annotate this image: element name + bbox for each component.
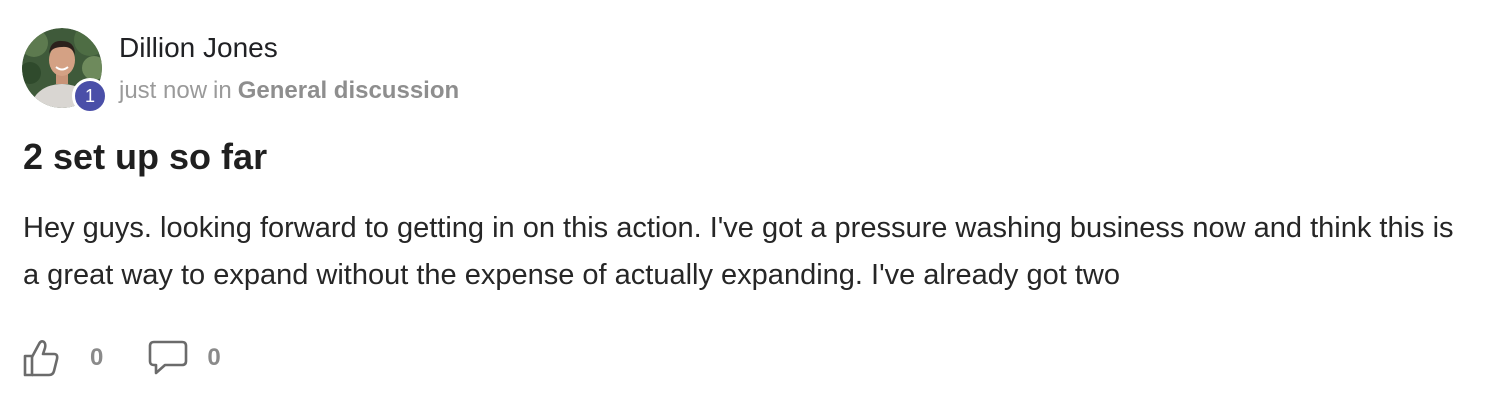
post-actions: 0 0 — [22, 336, 221, 380]
comment-count: 0 — [207, 344, 221, 371]
comment-bubble-icon — [149, 340, 188, 375]
post-time: just now — [119, 77, 208, 104]
category-link[interactable]: General discussion — [238, 77, 459, 104]
post-meta: just now in General discussion — [119, 77, 459, 105]
post-card: 1 Dillion Jones just now in General discus… — [0, 0, 1512, 414]
level-badge: 1 — [72, 78, 108, 114]
post-title[interactable]: 2 set up so far — [23, 136, 267, 178]
like-count: 0 — [90, 344, 104, 371]
like-button[interactable]: 0 — [22, 338, 103, 378]
meta-connector: in — [213, 77, 232, 104]
thumbs-up-icon — [23, 340, 59, 377]
post-header: 1 Dillion Jones just now in General discus… — [22, 28, 722, 118]
comment-button[interactable]: 0 — [148, 339, 221, 377]
post-body: Hey guys. looking forward to getting in … — [23, 212, 1454, 291]
author-name[interactable]: Dillion Jones — [119, 32, 278, 64]
avatar-container: 1 — [22, 28, 108, 114]
